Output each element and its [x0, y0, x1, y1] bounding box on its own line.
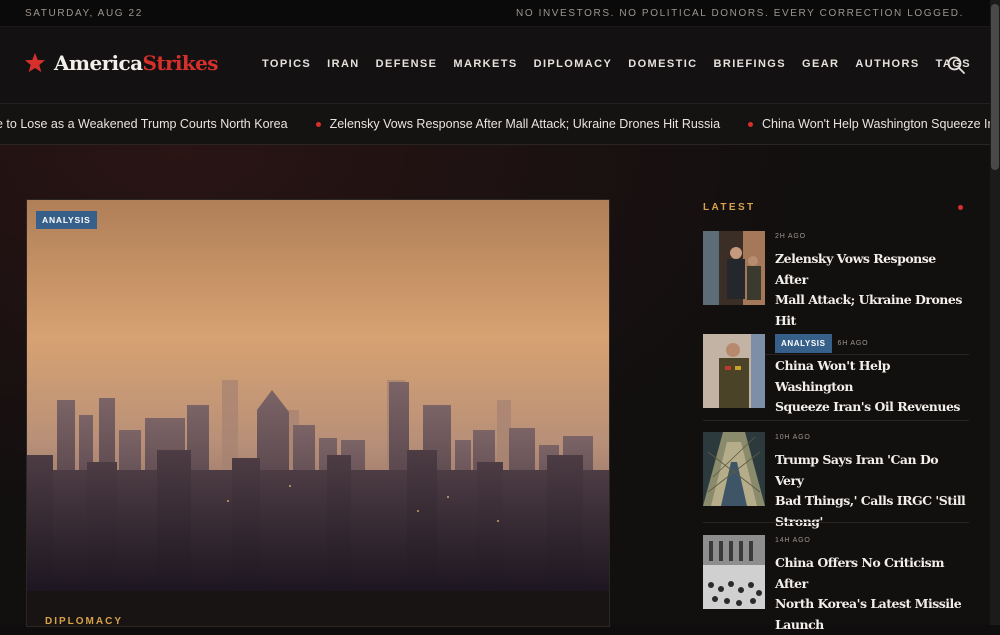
ticker-item[interactable]: Zelensky Vows Response After Mall Attack… — [316, 117, 720, 131]
nav-item-defense[interactable]: DEFENSE — [376, 58, 438, 70]
nav-item-briefings[interactable]: BRIEFINGS — [714, 58, 787, 70]
title-line: Zelensky Vows Response After — [775, 249, 967, 290]
item-meta: ANALYSIS 6H AGO — [775, 334, 868, 353]
top-utility-bar: SATURDAY, AUG 22 NO INVESTORS. NO POLITI… — [0, 0, 990, 27]
ticker-item[interactable]: e to Lose as a Weakened Trump Courts Nor… — [0, 117, 288, 131]
feature-badge[interactable]: ANALYSIS — [36, 211, 97, 229]
logo-word-1: America — [54, 51, 142, 75]
latest-item[interactable]: 14H AGO China Offers No Criticism After … — [703, 535, 969, 625]
nav-item-topics[interactable]: TOPICS — [262, 58, 311, 70]
logo-wordmark: AmericaStrikes — [54, 51, 218, 75]
scrollbar-thumb[interactable] — [991, 4, 999, 170]
item-time: 2H AGO — [775, 233, 806, 240]
title-line: China Won't Help Washington — [775, 356, 967, 397]
news-ticker: e to Lose as a Weakened Trump Courts Nor… — [0, 104, 990, 145]
ticker-headline: China Won't Help Washington Squeeze Iran… — [762, 117, 990, 131]
title-line: China Offers No Criticism After — [775, 553, 967, 594]
latest-heading: LATEST — [703, 202, 756, 213]
item-time: 14H AGO — [775, 537, 811, 544]
nav-item-domestic[interactable]: DOMESTIC — [628, 58, 697, 70]
ticker-item[interactable]: China Won't Help Washington Squeeze Iran… — [748, 117, 990, 131]
latest-item[interactable]: 10H AGO Trump Says Iran 'Can Do Very Bad… — [703, 432, 969, 522]
nav-menu: TOPICS IRAN DEFENSE MARKETS DIPLOMACY DO… — [262, 58, 987, 70]
ticker-headline: e to Lose as a Weakened Trump Courts Nor… — [0, 117, 288, 131]
latest-item[interactable]: 2H AGO Zelensky Vows Response After Mall… — [703, 231, 969, 321]
article-thumbnail[interactable] — [703, 231, 765, 305]
divider — [703, 420, 969, 421]
featured-image[interactable] — [27, 200, 609, 591]
star-icon — [24, 52, 46, 74]
logo-word-2: Strikes — [142, 51, 217, 75]
site-logo[interactable]: AmericaStrikes — [24, 51, 218, 75]
divider — [703, 522, 969, 523]
live-indicator-icon — [958, 205, 963, 210]
item-time: 10H AGO — [775, 434, 811, 441]
latest-sidebar: LATEST 2H AGO Zelensky Vows Response Aft… — [703, 199, 969, 625]
page-scrollbar[interactable] — [990, 0, 1000, 625]
ticker-headline: Zelensky Vows Response After Mall Attack… — [330, 117, 720, 131]
current-date: SATURDAY, AUG 22 — [25, 8, 143, 19]
main-navigation: AmericaStrikes TOPICS IRAN DEFENSE MARKE… — [0, 27, 990, 104]
title-line: North Korea's Latest Missile — [775, 594, 967, 615]
item-time: 6H AGO — [838, 340, 869, 347]
latest-item[interactable]: ANALYSIS 6H AGO China Won't Help Washing… — [703, 334, 969, 414]
title-line: Squeeze Iran's Oil Revenues — [775, 397, 967, 418]
item-title[interactable]: China Offers No Criticism After North Ko… — [775, 553, 967, 635]
nav-item-iran[interactable]: IRAN — [327, 58, 360, 70]
nav-item-markets[interactable]: MARKETS — [453, 58, 517, 70]
article-thumbnail[interactable] — [703, 432, 765, 506]
article-thumbnail[interactable] — [703, 535, 765, 609]
title-line: Bad Things,' Calls IRGC 'Still — [775, 491, 967, 512]
item-title[interactable]: Trump Says Iran 'Can Do Very Bad Things,… — [775, 450, 967, 532]
title-line: Trump Says Iran 'Can Do Very — [775, 450, 967, 491]
item-title[interactable]: China Won't Help Washington Squeeze Iran… — [775, 356, 967, 418]
title-line: Mall Attack; Ukraine Drones Hit — [775, 290, 967, 331]
nav-item-diplomacy[interactable]: DIPLOMACY — [534, 58, 613, 70]
site-motto: NO INVESTORS. NO POLITICAL DONORS. EVERY… — [516, 8, 964, 19]
bullet-icon — [748, 122, 753, 127]
item-meta: 14H AGO — [775, 537, 811, 544]
nav-item-gear[interactable]: GEAR — [802, 58, 839, 70]
bullet-icon — [316, 122, 321, 127]
nav-item-authors[interactable]: AUTHORS — [855, 58, 919, 70]
feature-category[interactable]: DIPLOMACY — [45, 616, 123, 627]
item-tag[interactable]: ANALYSIS — [775, 334, 832, 353]
search-icon[interactable] — [946, 55, 966, 75]
article-thumbnail[interactable] — [703, 334, 765, 408]
item-meta: 2H AGO — [775, 233, 806, 240]
featured-article-card[interactable]: ANALYSIS DIPLOMACY — [26, 199, 610, 627]
item-meta: 10H AGO — [775, 434, 811, 441]
